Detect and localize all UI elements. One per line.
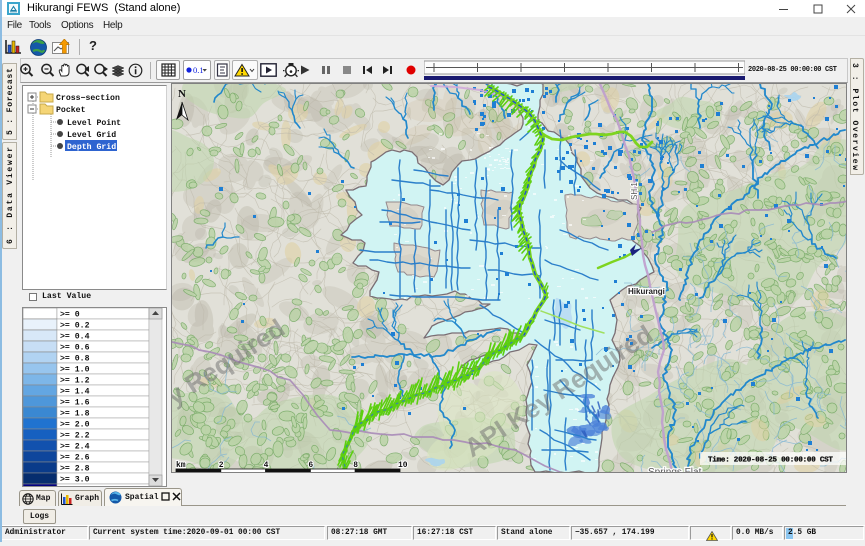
svg-text:0.1: 0.1 [193, 65, 204, 75]
svg-text:Hikurangi: Hikurangi [628, 287, 665, 296]
svg-text:Time: 2020-08-25 00:00:00 CST: Time: 2020-08-25 00:00:00 CST [708, 457, 833, 465]
svg-text:>= 0: >= 0 [60, 310, 80, 319]
svg-text:>= 1.6: >= 1.6 [60, 398, 90, 407]
svg-text:>= 2.0: >= 2.0 [60, 420, 90, 429]
svg-text:>= 2.4: >= 2.4 [60, 442, 90, 451]
svg-text:6 : Data Viewer: 6 : Data Viewer [6, 147, 15, 244]
svg-text:>= 2.8: >= 2.8 [60, 464, 90, 473]
svg-text:>= 1.0: >= 1.0 [60, 365, 90, 374]
svg-text:Springs Flat: Springs Flat [648, 467, 702, 472]
svg-text:SH 1: SH 1 [630, 182, 639, 200]
svg-text:>= 0.8: >= 0.8 [60, 354, 90, 363]
svg-text:>= 2.2: >= 2.2 [60, 431, 90, 440]
svg-text:>= 3.0: >= 3.0 [60, 475, 90, 484]
svg-text:>= 0.4: >= 0.4 [60, 332, 90, 341]
svg-text:10: 10 [398, 461, 408, 470]
svg-text:N: N [178, 88, 186, 100]
svg-text:3 : Plot Overview: 3 : Plot Overview [851, 63, 859, 170]
svg-text:Cross−section: Cross−section [56, 93, 120, 103]
svg-text:km: km [176, 461, 186, 470]
svg-text:Pocket: Pocket [56, 105, 86, 115]
svg-text:>= 2.6: >= 2.6 [60, 453, 90, 462]
svg-text:Level Grid: Level Grid [67, 130, 116, 140]
svg-text:>= 0.2: >= 0.2 [60, 321, 90, 330]
svg-text:2: 2 [219, 461, 224, 470]
svg-text:8: 8 [353, 461, 358, 470]
svg-text:>= 1.4: >= 1.4 [60, 387, 90, 396]
svg-text:5 : Forecast: 5 : Forecast [6, 68, 15, 135]
svg-text:>= 1.2: >= 1.2 [60, 376, 90, 385]
svg-text:Depth Grid: Depth Grid [67, 142, 116, 152]
svg-text:6: 6 [308, 461, 313, 470]
svg-text:>= 1.8: >= 1.8 [60, 409, 90, 418]
svg-text:>= 0.6: >= 0.6 [60, 343, 90, 352]
svg-text:4: 4 [264, 461, 269, 470]
svg-text:Level Point: Level Point [67, 118, 121, 128]
